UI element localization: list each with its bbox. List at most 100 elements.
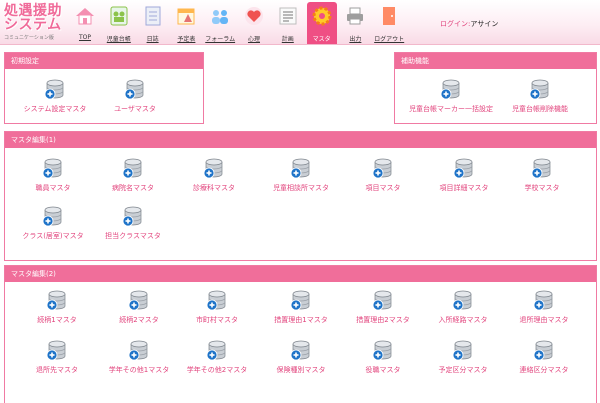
database-add-icon (452, 290, 474, 312)
panel-support-functions: 補助機能 児童台帳マーカー一括設定 児童台帳削除機能 (394, 52, 597, 124)
master-tile-label: 保険種別マスタ (276, 366, 326, 374)
master-tile[interactable]: 職員マスタ (11, 158, 95, 198)
logo-line1: 処遇援助 (4, 3, 62, 19)
master-tile[interactable]: 保険種別マスタ (259, 340, 343, 380)
master-tile[interactable]: 診療科マスタ (172, 158, 256, 198)
app-header: 処遇援助 システム コミュニケーション版 TOP 児童台帳 日誌 予定表 フォーラム 心理… (0, 0, 600, 45)
panel-master-edit-1: マスタ編集(1) 職員マスタ 病院名マスタ 診療科マスタ 児童相談所マスタ 項目マスタ 項… (4, 131, 597, 261)
database-add-icon (372, 340, 394, 362)
master-tile[interactable]: 続柄1マスタ (15, 290, 99, 330)
master-tile[interactable]: 病院名マスタ (91, 158, 175, 198)
database-add-icon (531, 158, 553, 180)
database-add-icon (533, 340, 555, 362)
panel-master-edit-2: マスタ編集(2) 続柄1マスタ 続柄2マスタ 市町村マスタ 措置理由1マスタ 措置理由2… (4, 265, 597, 403)
master-tile[interactable]: 学年その他2マスタ (175, 340, 259, 380)
master-tile[interactable]: 市町村マスタ (175, 290, 259, 330)
master-tile[interactable]: 続柄2マスタ (97, 290, 181, 330)
logo-subtitle: コミュニケーション版 (4, 35, 54, 41)
nav-item-1[interactable]: 児童台帳 (104, 2, 134, 44)
login-label: ログイン: (440, 20, 471, 28)
database-add-icon (122, 158, 144, 180)
database-add-icon (124, 79, 146, 101)
database-add-icon (290, 158, 312, 180)
printer-icon (344, 5, 366, 27)
nav-item-5[interactable]: 心理 (239, 2, 269, 44)
panel-title: 補助機能 (395, 53, 596, 69)
master-tile-label: 退所理由マスタ (519, 316, 569, 324)
nav-item-8[interactable]: 出力 (340, 2, 370, 44)
master-tile-label: 市町村マスタ (196, 316, 238, 324)
master-tile[interactable]: クラス(居室)マスタ (11, 206, 95, 246)
nav-item-9[interactable]: ログアウト (374, 2, 404, 44)
master-tile-label: 学年その他2マスタ (186, 366, 248, 374)
house-icon (74, 5, 96, 27)
master-tile-label: 措置理由2マスタ (356, 316, 410, 324)
master-tile-label: 職員マスタ (35, 184, 71, 192)
app-logo: 処遇援助 システム コミュニケーション版 (4, 4, 64, 41)
master-tile-label: 学校マスタ (524, 184, 560, 192)
master-tile[interactable]: 児童相談所マスタ (259, 158, 343, 198)
master-tile-label: 入所経路マスタ (438, 316, 488, 324)
database-add-icon (290, 290, 312, 312)
logo-line2: システム (4, 17, 62, 33)
master-tile[interactable]: 退所理由マスタ (502, 290, 586, 330)
panel-title: マスタ編集(2) (5, 266, 596, 282)
database-add-icon (372, 290, 394, 312)
login-user: アサイン (470, 20, 499, 28)
master-tile[interactable]: システム設定マスタ (13, 79, 97, 119)
plan-icon (277, 5, 299, 27)
master-tile-label: ユーザマスタ (114, 105, 156, 113)
panel-initial-settings: 初期設定 システム設定マスタ ユーザマスタ (4, 52, 204, 124)
master-tile-label: 予定区分マスタ (438, 366, 488, 374)
master-tile-label: システム設定マスタ (23, 105, 87, 113)
database-add-icon (128, 340, 150, 362)
master-tile[interactable]: 退所先マスタ (15, 340, 99, 380)
master-tile[interactable]: 予定区分マスタ (421, 340, 505, 380)
master-tile[interactable]: 入所経路マスタ (421, 290, 505, 330)
database-add-icon (529, 79, 551, 101)
master-tile-label: 役職マスタ (365, 366, 401, 374)
master-tile-label: 項目マスタ (365, 184, 401, 192)
master-tile-label: 退所先マスタ (36, 366, 78, 374)
door-icon (378, 5, 400, 27)
master-tile-label: 項目詳細マスタ (439, 184, 489, 192)
database-add-icon (290, 340, 312, 362)
master-tile[interactable]: 担当クラスマスタ (91, 206, 175, 246)
master-tile-label: 診療科マスタ (193, 184, 235, 192)
nav-item-6[interactable]: 計画 (273, 2, 303, 44)
master-tile[interactable]: 連絡区分マスタ (502, 340, 586, 380)
nav-item-7[interactable]: マスタ (306, 2, 337, 44)
database-add-icon (122, 206, 144, 228)
master-tile[interactable]: 役職マスタ (341, 340, 425, 380)
master-tile[interactable]: ユーザマスタ (93, 79, 177, 119)
master-tile[interactable]: 項目マスタ (341, 158, 425, 198)
master-tile-label: 学年その他1マスタ (108, 366, 170, 374)
master-tile[interactable]: 学校マスタ (500, 158, 584, 198)
master-tile[interactable]: 学年その他1マスタ (97, 340, 181, 380)
heart-icon (243, 5, 265, 27)
master-tile-label: 病院名マスタ (112, 184, 154, 192)
master-tile-label: 続柄1マスタ (37, 316, 77, 324)
nav-item-0[interactable]: TOP (70, 2, 100, 44)
master-tile-label: 児童相談所マスタ (273, 184, 329, 192)
database-add-icon (533, 290, 555, 312)
children-icon (108, 5, 130, 27)
master-tile[interactable]: 措置理由2マスタ (341, 290, 425, 330)
master-tile-label: クラス(居室)マスタ (22, 232, 84, 240)
master-tile[interactable]: 児童台帳削除機能 (498, 79, 582, 119)
database-add-icon (453, 158, 475, 180)
master-tile[interactable]: 措置理由1マスタ (259, 290, 343, 330)
database-add-icon (206, 340, 228, 362)
gear-icon (311, 5, 333, 27)
master-tile-label: 措置理由1マスタ (274, 316, 328, 324)
database-add-icon (128, 290, 150, 312)
calendar-icon (175, 5, 197, 27)
database-add-icon (42, 206, 64, 228)
master-tile-label: 続柄2マスタ (119, 316, 159, 324)
master-tile[interactable]: 項目詳細マスタ (422, 158, 506, 198)
nav-item-3[interactable]: 予定表 (171, 2, 201, 44)
nav-item-2[interactable]: 日誌 (138, 2, 168, 44)
database-add-icon (452, 340, 474, 362)
nav-item-4[interactable]: フォーラム (205, 2, 235, 44)
master-tile[interactable]: 児童台帳マーカー一括設定 (409, 79, 493, 119)
